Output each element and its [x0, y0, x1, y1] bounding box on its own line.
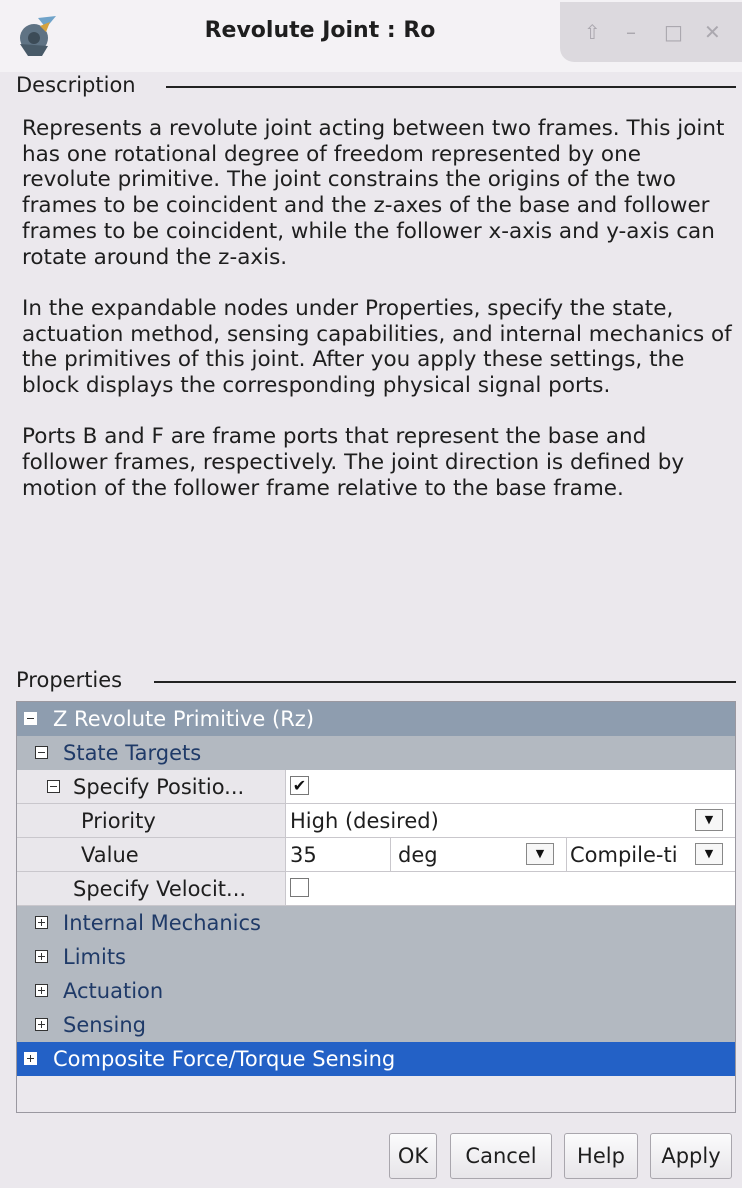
description-paragraph: In the expandable nodes under Properties… — [22, 295, 732, 399]
shade-up-icon[interactable]: ⇧ — [584, 20, 601, 44]
cell-divider — [566, 838, 567, 871]
app-block-icon — [20, 16, 56, 56]
property-tree[interactable]: Z Revolute Primitive (Rz) State Targets … — [16, 701, 736, 1113]
cell-divider — [390, 838, 391, 871]
tree-node-state-targets[interactable]: State Targets — [17, 736, 735, 770]
property-name: Value — [81, 843, 139, 867]
property-name-cell: Specify Velocit... — [17, 872, 286, 906]
title-bar[interactable]: Revolute Joint : Ro ⇧ – □ ✕ — [0, 0, 742, 72]
property-row-value: Value 35 deg ▼ Compile-ti ▼ — [17, 838, 735, 872]
description-paragraph: Ports B and F are frame ports that repre… — [22, 424, 685, 501]
tree-node-label: Z Revolute Primitive (Rz) — [53, 707, 315, 731]
close-icon[interactable]: ✕ — [704, 20, 721, 44]
expand-icon[interactable] — [35, 916, 48, 929]
description-label: Description — [16, 73, 136, 97]
property-name: Priority — [81, 809, 156, 833]
unit-dropdown[interactable]: deg — [398, 838, 438, 872]
property-name-cell: Specify Positio... — [17, 770, 286, 804]
collapse-icon[interactable] — [47, 780, 60, 793]
property-row-specify-position: Specify Positio... ✔ — [17, 770, 735, 804]
tree-node-label: Actuation — [63, 979, 164, 1003]
help-button[interactable]: Help — [564, 1133, 638, 1179]
tree-node-composite-sensing[interactable]: Composite Force/Torque Sensing — [17, 1042, 735, 1076]
property-name-cell: Value — [17, 838, 286, 872]
tree-node-sensing[interactable]: Sensing — [17, 1008, 735, 1042]
tree-node-label: State Targets — [63, 741, 202, 765]
description-paragraph: Represents a revolute joint acting betwe… — [22, 116, 725, 270]
expand-icon[interactable] — [35, 1018, 48, 1031]
expand-icon[interactable] — [24, 1052, 37, 1065]
tree-node-primitive[interactable]: Z Revolute Primitive (Rz) — [17, 702, 735, 736]
window-title: Revolute Joint : Ro — [204, 18, 436, 43]
expand-icon[interactable] — [35, 984, 48, 997]
property-name-cell: Priority — [17, 804, 286, 838]
apply-button[interactable]: Apply — [650, 1133, 732, 1179]
property-value-cell — [286, 872, 735, 906]
dropdown-arrow-icon[interactable]: ▼ — [695, 843, 723, 865]
ok-button[interactable]: OK — [389, 1133, 437, 1179]
priority-dropdown[interactable]: High (desired) ▼ — [286, 804, 735, 838]
collapse-icon[interactable] — [35, 746, 48, 759]
property-row-specify-velocity: Specify Velocit... — [17, 872, 735, 906]
value-input[interactable]: 35 — [290, 838, 317, 872]
tree-node-label: Internal Mechanics — [63, 911, 262, 935]
window-controls: ⇧ – □ ✕ — [560, 2, 742, 62]
collapse-icon[interactable] — [24, 712, 37, 725]
property-value-cell: 35 deg ▼ Compile-ti ▼ — [286, 838, 735, 872]
dropdown-arrow-icon[interactable]: ▼ — [695, 809, 723, 831]
property-name: Specify Positio... — [73, 775, 245, 799]
property-name: Specify Velocit... — [73, 877, 247, 901]
minimize-icon[interactable]: – — [626, 20, 636, 44]
description-divider — [166, 86, 736, 88]
evaluation-mode-dropdown[interactable]: Compile-ti — [570, 838, 690, 872]
property-value-cell: ✔ — [286, 770, 735, 804]
specify-velocity-checkbox[interactable] — [290, 878, 309, 897]
description-text: Represents a revolute joint acting betwe… — [22, 116, 732, 527]
tree-node-internal-mechanics[interactable]: Internal Mechanics — [17, 906, 735, 940]
tree-node-limits[interactable]: Limits — [17, 940, 735, 974]
priority-value: High (desired) — [290, 809, 439, 833]
tree-node-label: Limits — [63, 945, 126, 969]
tree-node-actuation[interactable]: Actuation — [17, 974, 735, 1008]
properties-divider — [154, 681, 736, 683]
tree-node-label: Sensing — [63, 1013, 146, 1037]
dropdown-arrow-icon[interactable]: ▼ — [526, 843, 554, 865]
specify-position-checkbox[interactable]: ✔ — [290, 776, 309, 795]
property-row-priority: Priority High (desired) ▼ — [17, 804, 735, 838]
cancel-button[interactable]: Cancel — [450, 1133, 552, 1179]
properties-label: Properties — [16, 668, 123, 692]
maximize-icon[interactable]: □ — [664, 20, 683, 44]
expand-icon[interactable] — [35, 950, 48, 963]
tree-node-label: Composite Force/Torque Sensing — [53, 1047, 396, 1071]
